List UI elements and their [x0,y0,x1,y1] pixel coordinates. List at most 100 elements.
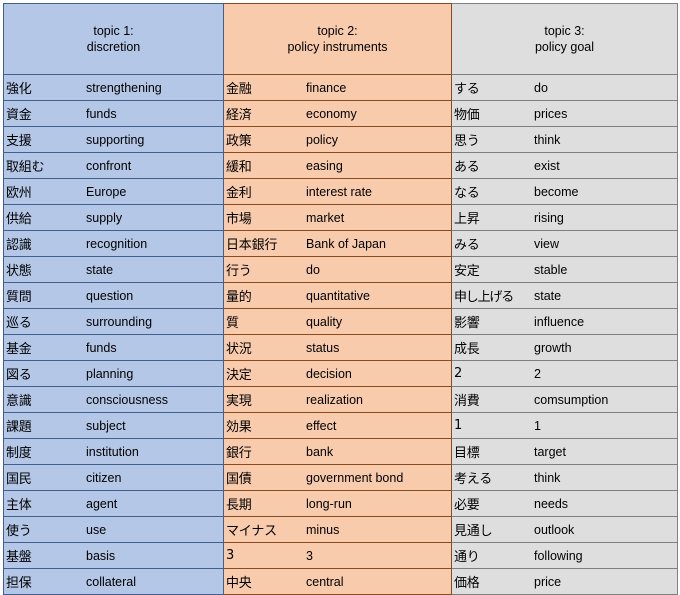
term-english: agent [86,496,118,511]
term-english: status [306,340,340,355]
column-header-topic3: topic 3: policy goal [451,3,678,75]
table-row: 基金 funds 状況 status 成長 growth [3,334,678,361]
table-body: 強化 strengthening 金融 finance する do 資金 funds 経済 eco… [3,74,678,595]
cell-topic1: 支援 supporting [3,126,224,153]
table-row: 資金 funds 経済 economy 物価 prices [3,100,678,127]
table-row: 基盤 basis 3 3 通り following [3,542,678,569]
term-japanese: 欧州 [6,186,32,201]
term-japanese: 図る [6,368,32,383]
cell-topic1: 取組む confront [3,152,224,179]
cell-topic2: 政策 policy [223,126,452,153]
cell-topic2: 経済 economy [223,100,452,127]
term-japanese: する [454,82,480,97]
term-japanese: 中央 [226,576,252,591]
term-japanese: 上昇 [454,212,480,227]
term-english: following [534,548,583,563]
term-english: supporting [86,132,145,147]
term-english: consciousness [86,392,168,407]
term-japanese: 目標 [454,446,480,461]
cell-topic3: 価格 price [451,568,678,595]
cell-topic3: 考える think [451,464,678,491]
topic3-header-line2: policy goal [534,40,595,54]
cell-topic1: 認識 recognition [3,230,224,257]
topic1-header-line2: discretion [86,40,141,54]
cell-topic3: 消費 comsumption [451,386,678,413]
term-english: recognition [86,236,148,251]
term-english: bank [306,444,334,459]
term-japanese: 効果 [226,420,252,435]
cell-topic2: 効果 effect [223,412,452,439]
term-english: supply [86,210,123,225]
table-row: 図る planning 決定 decision 2 2 [3,360,678,387]
term-japanese: 経済 [226,108,252,123]
term-japanese: 質 [226,316,239,331]
term-english: confront [86,158,132,173]
cell-topic3: 申し上げる state [451,282,678,309]
cell-topic2: 量的 quantitative [223,282,452,309]
cell-topic3: 思う think [451,126,678,153]
term-english: realization [306,392,363,407]
cell-topic2: 国債 government bond [223,464,452,491]
header-row: topic 1: discretion topic 2: policy inst… [3,3,678,75]
cell-topic3: する do [451,74,678,101]
table-row: 質問 question 量的 quantitative 申し上げる state [3,282,678,309]
term-english: policy [306,132,338,147]
cell-topic1: 課題 subject [3,412,224,439]
term-english: subject [86,418,126,433]
term-japanese: 通り [454,550,480,565]
term-japanese: 取組む [6,160,45,175]
term-english: view [534,236,560,251]
cell-topic2: マイナス minus [223,516,452,543]
topic2-header-line2: policy instruments [287,40,388,54]
term-japanese: 長期 [226,498,252,513]
table-row: 担保 collateral 中央 central 価格 price [3,568,678,595]
topic3-header-line1: topic 3: [544,24,585,38]
term-english: question [86,288,134,303]
cell-topic3: 物価 prices [451,100,678,127]
term-japanese: 基盤 [6,550,32,565]
term-japanese: 影響 [454,316,480,331]
term-english: planning [86,366,134,381]
term-english: economy [306,106,357,121]
term-english: rising [534,210,564,225]
cell-topic3: 目標 target [451,438,678,465]
cell-topic1: 資金 funds [3,100,224,127]
cell-topic2: 金利 interest rate [223,178,452,205]
cell-topic2: 質 quality [223,308,452,335]
term-english: growth [534,340,572,355]
term-japanese: 政策 [226,134,252,149]
term-english: easing [306,158,343,173]
term-japanese: 日本銀行 [226,238,278,253]
term-japanese: 状態 [6,264,32,279]
topic1-header-line1: topic 1: [93,24,134,38]
cell-topic1: 国民 citizen [3,464,224,491]
term-japanese: 国債 [226,472,252,487]
term-japanese: 基金 [6,342,32,357]
term-japanese: 考える [454,472,493,487]
topic-word-table: topic 1: discretion topic 2: policy inst… [3,3,678,595]
column-header-topic2: topic 2: policy instruments [223,3,452,75]
term-english: do [306,262,320,277]
term-japanese: 金融 [226,82,252,97]
term-english: basis [86,548,116,563]
term-english: long-run [306,496,352,511]
table-row: 供給 supply 市場 market 上昇 rising [3,204,678,231]
term-english: use [86,522,107,537]
term-japanese: 意識 [6,394,32,409]
term-japanese: 課題 [6,420,32,435]
cell-topic1: 制度 institution [3,438,224,465]
term-japanese: 思う [454,134,480,149]
term-english: state [534,288,562,303]
term-japanese: 安定 [454,264,480,279]
term-japanese: 価格 [454,576,480,591]
cell-topic3: 通り following [451,542,678,569]
term-japanese: 緩和 [226,160,252,175]
term-japanese: 認識 [6,238,32,253]
term-japanese: 2 [454,366,463,381]
term-english: needs [534,496,569,511]
term-english: Europe [86,184,127,199]
term-japanese: 成長 [454,342,480,357]
term-japanese: 行う [226,264,252,279]
term-english: institution [86,444,139,459]
term-japanese: みる [454,238,480,253]
